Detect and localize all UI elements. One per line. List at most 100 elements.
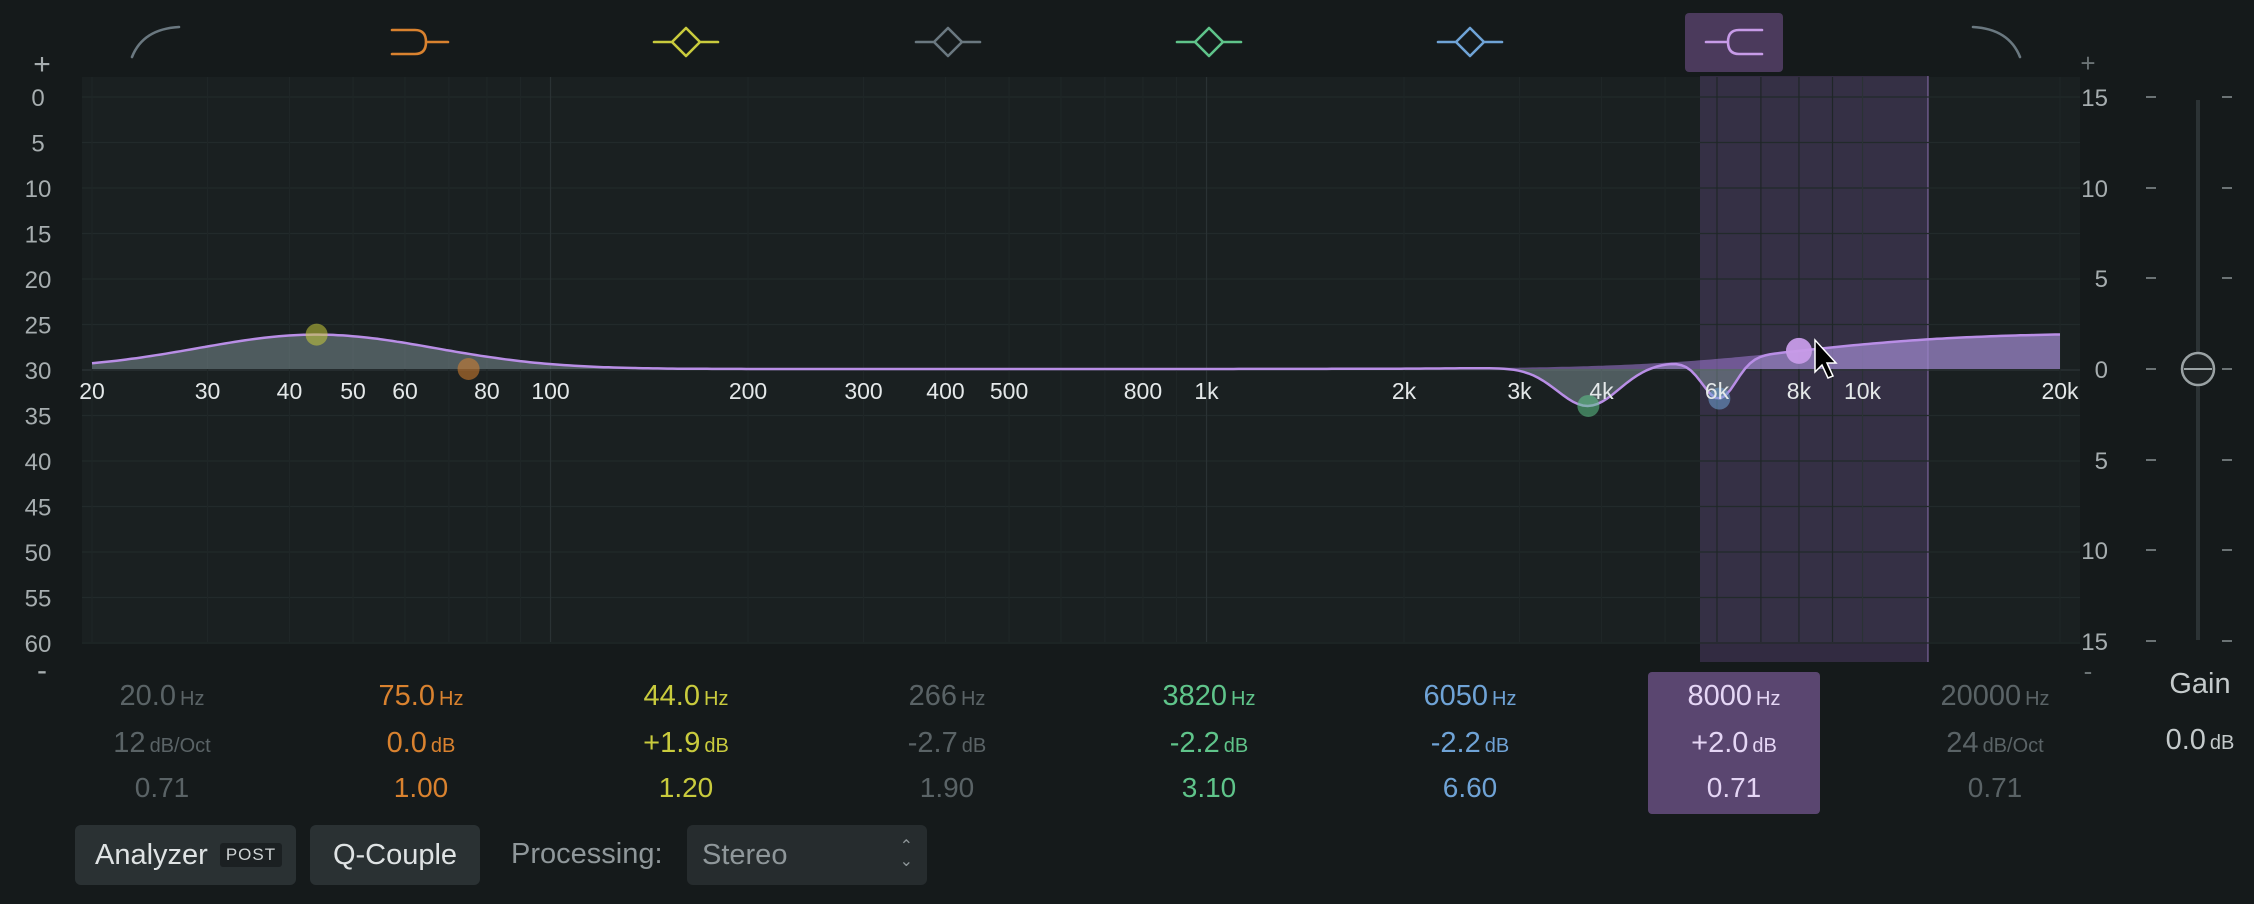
left-scale-tick: 25 xyxy=(25,313,52,340)
left-scale-tick: 50 xyxy=(25,540,52,567)
frequency-tick-label: 60 xyxy=(392,378,418,404)
band-q-readout[interactable]: 1.90 xyxy=(862,772,1032,804)
band-5-params[interactable]: 3820 Hz -2.2 dB 3.10 xyxy=(1124,672,1294,814)
band-freq-readout[interactable]: 8000 Hz xyxy=(1648,680,1820,713)
left-scale-tick: 45 xyxy=(25,495,52,522)
left-scale-tick: 15 xyxy=(25,222,52,249)
band-q-value: 6.60 xyxy=(1442,772,1498,803)
bell-icon[interactable] xyxy=(914,26,982,58)
band-q-readout[interactable]: 1.20 xyxy=(601,772,771,804)
band-2-node[interactable] xyxy=(457,358,480,380)
band-gain-value: -2.7 xyxy=(907,727,958,759)
band-gain-readout[interactable]: -2.2 dB xyxy=(1385,727,1555,760)
band-6-params[interactable]: 6050 Hz -2.2 dB 6.60 xyxy=(1385,672,1555,814)
band-freq-readout[interactable]: 266 Hz xyxy=(862,680,1032,713)
bell-icon[interactable] xyxy=(1436,26,1504,58)
right-scale-tick: 0 xyxy=(2095,357,2108,384)
scale-minus-button: - xyxy=(37,654,47,687)
chevron-updown-icon: ⌃ ⌄ xyxy=(899,838,913,870)
band-q-value: 0.71 xyxy=(134,772,190,803)
left-scale-tick: 20 xyxy=(25,267,52,294)
band-7-params[interactable]: 8000 Hz +2.0 dB 0.71 xyxy=(1648,672,1820,814)
frequency-tick-label: 30 xyxy=(195,378,221,404)
band-gain-unit: dB xyxy=(704,735,729,757)
frequency-tick-label: 20 xyxy=(79,378,105,404)
band-freq-unit: Hz xyxy=(180,688,205,710)
band-freq-value: 20.0 xyxy=(119,680,176,712)
low-cut-icon[interactable] xyxy=(130,25,181,59)
band-8-params[interactable]: 20000 Hz 24 dB/Oct 0.71 xyxy=(1910,672,2080,814)
band-gain-readout[interactable]: 24 dB/Oct xyxy=(1910,727,2080,760)
band-1-params[interactable]: 20.0 Hz 12 dB/Oct 0.71 xyxy=(77,672,247,814)
band-4-params[interactable]: 266 Hz -2.7 dB 1.90 xyxy=(862,672,1032,814)
scale-plus-button: + xyxy=(33,48,51,81)
band-freq-readout[interactable]: 44.0 Hz xyxy=(601,680,771,713)
band-freq-readout[interactable]: 20000 Hz xyxy=(1910,680,2080,713)
frequency-tick-label: 3k xyxy=(1507,378,1532,404)
band-q-value: 3.10 xyxy=(1181,772,1237,803)
band-q-readout[interactable]: 3.10 xyxy=(1124,772,1294,804)
processing-dropdown[interactable]: Stereo ⌃ ⌄ xyxy=(687,825,927,885)
band-3-params[interactable]: 44.0 Hz +1.9 dB 1.20 xyxy=(601,672,771,814)
band-freq-unit: Hz xyxy=(1231,688,1256,710)
band-q-readout[interactable]: 6.60 xyxy=(1385,772,1555,804)
band-freq-readout[interactable]: 75.0 Hz xyxy=(336,680,506,713)
band-q-readout[interactable]: 0.71 xyxy=(77,772,247,804)
frequency-tick-label: 6k xyxy=(1705,378,1730,404)
band-gain-readout[interactable]: +2.0 dB xyxy=(1648,727,1820,760)
right-scale-tick: 15 xyxy=(2081,629,2108,656)
band-gain-value: -2.2 xyxy=(1430,727,1481,759)
bell-icon[interactable] xyxy=(652,26,720,58)
frequency-tick-label: 8k xyxy=(1787,378,1812,404)
frequency-tick-label: 40 xyxy=(277,378,303,404)
band-freq-readout[interactable]: 6050 Hz xyxy=(1385,680,1555,713)
band-freq-readout[interactable]: 20.0 Hz xyxy=(77,680,247,713)
band-freq-value: 44.0 xyxy=(643,680,700,712)
band-2-params[interactable]: 75.0 Hz 0.0 dB 1.00 xyxy=(336,672,506,814)
gain-unit: dB xyxy=(2209,732,2235,754)
band-freq-unit: Hz xyxy=(1492,688,1517,710)
analyzer-button[interactable]: Analyzer POST xyxy=(75,825,296,885)
left-scale-tick: 30 xyxy=(25,358,52,385)
band-freq-value: 8000 xyxy=(1687,680,1753,712)
gain-readout[interactable]: 0.0 dB xyxy=(2140,724,2254,757)
band-q-readout[interactable]: 1.00 xyxy=(336,772,506,804)
frequency-tick-label: 500 xyxy=(990,378,1028,404)
band-freq-readout[interactable]: 3820 Hz xyxy=(1124,680,1294,713)
right-scale-tick: 5 xyxy=(2095,448,2108,475)
band-gain-readout[interactable]: 12 dB/Oct xyxy=(77,727,247,760)
band-q-readout[interactable]: 0.71 xyxy=(1910,772,2080,804)
right-scale-tick: 10 xyxy=(2081,538,2108,565)
band-freq-unit: Hz xyxy=(2025,688,2050,710)
q-couple-button[interactable]: Q-Couple xyxy=(310,825,480,885)
band-freq-value: 6050 xyxy=(1423,680,1489,712)
band-gain-unit: dB xyxy=(430,735,456,757)
band-gain-readout[interactable]: 0.0 dB xyxy=(336,727,506,760)
band-3-node[interactable] xyxy=(305,323,328,346)
band-7-node[interactable] xyxy=(1785,337,1812,364)
band-gain-value: +2.0 xyxy=(1691,727,1749,759)
band-q-value: 0.71 xyxy=(1967,772,2023,803)
analyzer-post-badge: POST xyxy=(219,843,283,867)
high-cut-icon[interactable] xyxy=(1971,25,2022,59)
left-scale-tick: 35 xyxy=(25,404,52,431)
band-q-value: 1.20 xyxy=(658,772,714,803)
band-q-readout[interactable]: 0.71 xyxy=(1648,772,1820,804)
frequency-tick-label: 80 xyxy=(474,378,500,404)
gain-value: 0.0 xyxy=(2165,724,2206,756)
gain-label: Gain xyxy=(2169,668,2231,700)
right-scale-tick: 15 xyxy=(2081,85,2108,112)
band-gain-value: +1.9 xyxy=(643,727,701,759)
low-shelf-icon[interactable] xyxy=(390,28,450,56)
processing-label: Processing: xyxy=(511,838,663,870)
band-gain-readout[interactable]: -2.2 dB xyxy=(1124,727,1294,760)
frequency-tick-label: 4k xyxy=(1589,378,1614,404)
band-gain-readout[interactable]: +1.9 dB xyxy=(601,727,771,760)
frequency-tick-label: 400 xyxy=(926,378,964,404)
frequency-tick-label: 20k xyxy=(2041,378,2079,404)
frequency-tick-label: 1k xyxy=(1194,378,1219,404)
analyzer-label: Analyzer xyxy=(95,838,208,871)
right-scale-plus: + xyxy=(2080,48,2095,78)
bell-icon[interactable] xyxy=(1175,26,1243,58)
band-gain-readout[interactable]: -2.7 dB xyxy=(862,727,1032,760)
